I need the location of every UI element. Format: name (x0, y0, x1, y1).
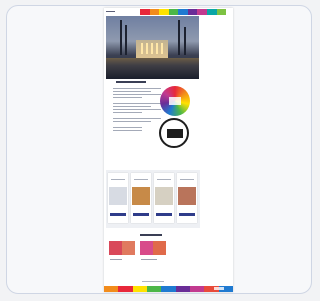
gallery-image-icon[interactable] (122, 241, 135, 255)
rainbow-stripe (178, 9, 188, 15)
hero-photo (106, 16, 199, 79)
text-line (113, 112, 142, 113)
rainbow-stripe (216, 9, 227, 15)
product-button[interactable] (156, 213, 172, 216)
wooden-object-product-icon (132, 187, 150, 205)
rainbow-stripe (146, 286, 162, 292)
window-light (146, 43, 148, 54)
rainbow-stripe (132, 286, 147, 292)
product-card[interactable] (108, 173, 128, 223)
text-line (113, 121, 152, 122)
window-light (161, 43, 163, 54)
tree-icon (120, 20, 122, 55)
tree-icon (178, 20, 180, 55)
rainbow-stripe (159, 9, 169, 15)
text-line (113, 127, 142, 128)
gallery-caption-line (141, 259, 157, 260)
water-reflection (106, 58, 199, 79)
window-light (151, 43, 153, 54)
footer-logo-icon (214, 287, 224, 290)
text-line (113, 91, 152, 92)
gallery-title (140, 234, 162, 236)
text-line (113, 88, 161, 89)
product-card[interactable] (131, 173, 151, 223)
text-line (113, 109, 161, 110)
tree-icon (184, 27, 186, 55)
stamp-center (167, 129, 183, 138)
section-title (116, 81, 146, 83)
header-rainbow-bar (140, 9, 227, 15)
rainbow-stripe (168, 9, 179, 15)
rainbow-stripe (118, 286, 133, 292)
text-line (113, 118, 161, 119)
preview-frame: ▬▬▬ (6, 5, 312, 294)
footer-text-line (142, 281, 164, 282)
rainbow-stripe (149, 9, 160, 15)
text-line (113, 94, 161, 95)
text-line (113, 103, 161, 104)
window-light (156, 43, 158, 54)
window-light (141, 43, 143, 54)
badge-text-area (169, 97, 181, 105)
product-title-line (134, 179, 148, 180)
thumbnail-header: ▬▬▬ (104, 8, 233, 15)
rainbow-stripe (206, 9, 217, 15)
product-title-line (180, 179, 194, 180)
tree-icon (125, 25, 127, 55)
product-button[interactable] (110, 213, 126, 216)
rainbow-circle-badge-icon (160, 86, 190, 116)
rainbow-stripe (104, 286, 119, 292)
gallery-image-icon[interactable] (109, 241, 122, 255)
body-text-block (113, 88, 161, 133)
circular-stamp-seal-icon (159, 118, 189, 148)
rainbow-stripe (187, 9, 198, 15)
gallery-image-icon[interactable] (140, 241, 153, 255)
gallery-caption-line (110, 259, 122, 260)
text-line (113, 106, 152, 107)
hand-product-icon (178, 187, 196, 205)
product-title-line (157, 179, 171, 180)
rainbow-stripe (175, 286, 190, 292)
product-grid (106, 170, 200, 228)
rainbow-stripe (189, 286, 205, 292)
product-card[interactable] (154, 173, 174, 223)
gallery-image-icon[interactable] (153, 241, 166, 255)
rainbow-stripe (197, 9, 207, 15)
text-line (113, 130, 142, 131)
text-line (113, 97, 142, 98)
product-button[interactable] (133, 213, 149, 216)
product-image-icon (109, 187, 127, 205)
webpage-thumbnail[interactable]: ▬▬▬ (104, 8, 233, 292)
rainbow-stripe (140, 9, 150, 15)
rainbow-stripe (161, 286, 176, 292)
product-title-line (111, 179, 125, 180)
stand-product-icon (155, 187, 173, 205)
logo-icon: ▬▬▬ (106, 9, 115, 13)
product-button[interactable] (179, 213, 195, 216)
product-card[interactable] (177, 173, 197, 223)
